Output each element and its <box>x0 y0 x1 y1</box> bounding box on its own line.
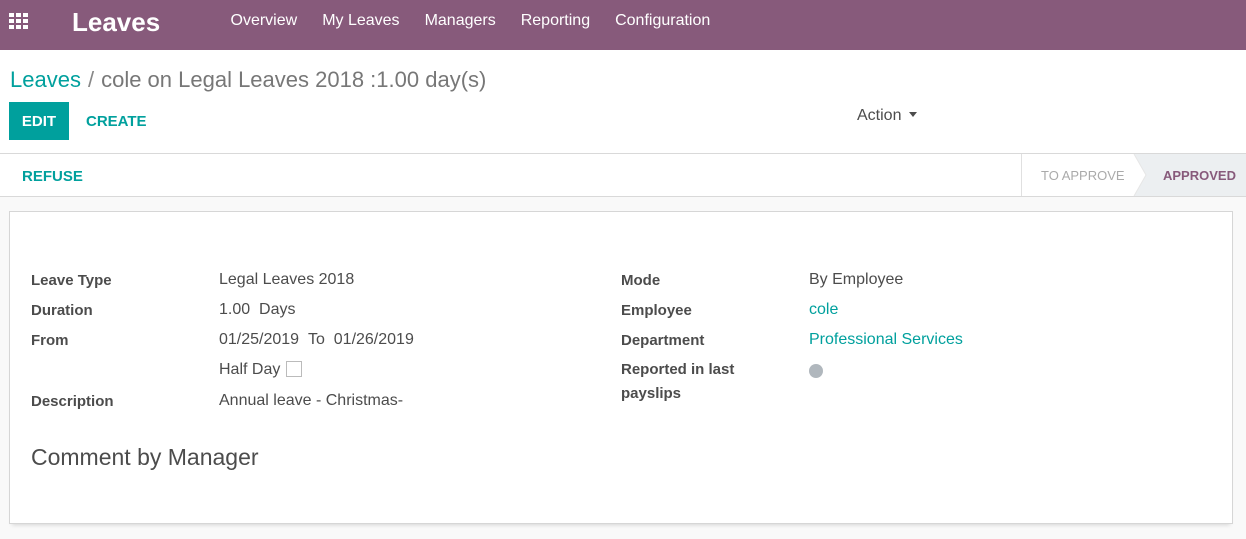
breadcrumb-separator: / <box>87 67 95 92</box>
statusbar: REFUSE TO APPROVE APPROVED <box>0 154 1246 197</box>
duration-field: 1.00 Days <box>219 301 295 319</box>
reported-label: Reported in last payslips <box>621 358 734 406</box>
form-sheet: Leave Type Legal Leaves 2018 Duration 1.… <box>9 211 1233 524</box>
menu-item-reporting[interactable]: Reporting <box>508 0 602 44</box>
breadcrumb-parent-link[interactable]: Leaves <box>10 67 81 92</box>
menu-item-configuration[interactable]: Configuration <box>603 0 723 44</box>
create-button[interactable]: CREATE <box>76 102 157 140</box>
employee-label: Employee <box>621 302 692 319</box>
mode-value: By Employee <box>809 271 904 288</box>
breadcrumb-current: cole on Legal Leaves 2018 :1.00 day(s) <box>101 67 487 92</box>
menu-item-my-leaves[interactable]: My Leaves <box>310 0 412 44</box>
date-to-word: To <box>307 331 325 348</box>
apps-grid-icon[interactable] <box>9 13 31 29</box>
description-label: Description <box>31 393 114 410</box>
stage-arrow-icon <box>1133 154 1147 196</box>
half-day-checkbox[interactable] <box>286 361 303 377</box>
app-title: Leaves <box>72 7 161 37</box>
leave-type-label: Leave Type <box>31 272 112 289</box>
date-from-value: 01/25/2019 <box>219 331 300 348</box>
action-dropdown-label: Action <box>857 107 902 124</box>
description-value: Annual leave - Christmas- <box>219 392 404 409</box>
main-menu: Overview My Leaves Managers Reporting Co… <box>218 0 723 44</box>
refuse-button[interactable]: REFUSE <box>12 162 93 190</box>
menu-item-managers[interactable]: Managers <box>412 0 508 44</box>
mode-label: Mode <box>621 272 661 289</box>
reported-label-line2: payslips <box>621 385 682 402</box>
edit-button[interactable]: EDIT <box>9 102 69 140</box>
action-dropdown[interactable]: Action <box>857 107 918 125</box>
stage-to-approve[interactable]: TO APPROVE <box>1021 154 1135 196</box>
leave-type-value: Legal Leaves 2018 <box>219 271 355 288</box>
comment-section-title: Comment by Manager <box>31 444 259 470</box>
department-link[interactable]: Professional Services <box>809 331 963 349</box>
duration-label: Duration <box>31 302 93 319</box>
caret-down-icon <box>909 112 918 117</box>
stage-pipeline: TO APPROVE APPROVED <box>1021 154 1246 196</box>
reported-label-line1: Reported in last <box>621 361 735 378</box>
from-label: From <box>31 332 69 349</box>
breadcrumb: Leaves / cole on Legal Leaves 2018 :1.00 d… <box>10 67 486 93</box>
employee-link[interactable]: cole <box>809 301 838 319</box>
duration-unit: Days <box>259 301 296 318</box>
half-day-field: Half Day <box>219 361 303 379</box>
reported-status-dot-icon <box>809 364 823 378</box>
half-day-label: Half Day <box>219 361 281 378</box>
top-navbar: Leaves Overview My Leaves Managers Repor… <box>0 0 1246 50</box>
menu-item-overview[interactable]: Overview <box>218 0 310 44</box>
department-label: Department <box>621 332 705 349</box>
stage-approved[interactable]: APPROVED <box>1135 154 1246 196</box>
duration-value: 1.00 <box>219 301 251 318</box>
control-panel: Leaves / cole on Legal Leaves 2018 :1.00 d… <box>0 50 1246 154</box>
date-range-field: 01/25/2019 To 01/26/2019 <box>219 331 414 349</box>
date-to-value: 01/26/2019 <box>333 331 414 348</box>
